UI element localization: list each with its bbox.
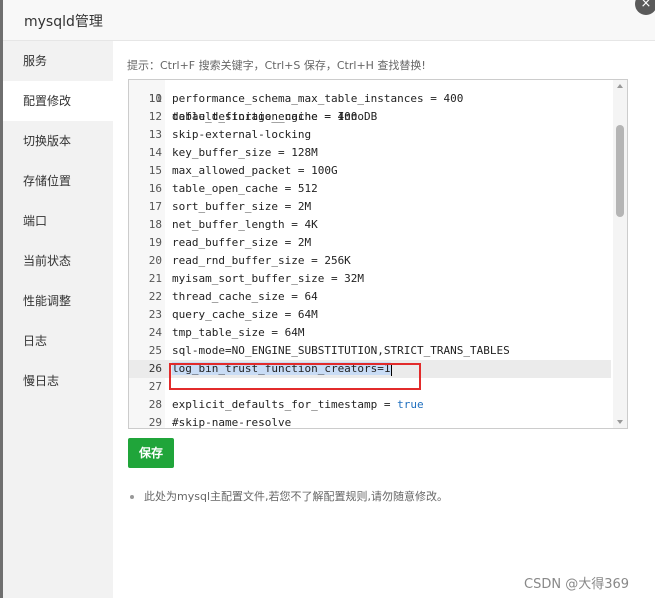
dialog-titlebar: mysqld管理 [3,0,655,41]
bullet-icon [130,495,134,499]
code-line: 29 #skip-name-resolve [129,414,611,429]
line-text-before: explicit_defaults_for_timestamp = [172,398,398,411]
watermark: CSDN @大得369 [524,577,630,592]
line-number: 21 [148,272,162,285]
code-line: 16 table_open_cache = 512 [129,180,611,198]
line-number: 22 [148,290,162,303]
line-number: 24 [148,326,162,339]
dialog-title: mysqld管理 [24,14,103,30]
save-button[interactable]: 保存 [128,438,174,468]
line-number: 17 [148,200,162,213]
line-text: sql-mode=NO_ENGINE_SUBSTITUTION,STRICT_T… [172,344,510,357]
config-editor[interactable]: 10 default_storage_engine = InnoDB 11 per… [128,79,628,429]
sidebar-item-port[interactable]: 端口 [3,201,113,241]
line-number: 20 [148,254,162,267]
line-text: key_buffer_size = 128M [172,146,318,159]
line-text: explicit_defaults_for_timestamp = true [172,396,424,414]
code-line: 15 max_allowed_packet = 100G [129,162,611,180]
code-line: 13 skip-external-locking [129,126,611,144]
editor-scrollbar[interactable] [613,80,627,428]
sidebar: 服务 配置修改 切换版本 存储位置 端口 当前状态 性能调整 日志 慢日志 [3,41,113,598]
line-text: table_definition_cache = 400 [172,110,358,123]
code-line: 19 read_buffer_size = 2M [129,234,611,252]
line-number: 11 [148,92,162,105]
line-number: 28 [148,398,162,411]
line-text: tmp_table_size = 64M [172,326,305,339]
code-line: 22 thread_cache_size = 64 [129,288,611,306]
line-number: 27 [148,380,162,393]
sidebar-item-switch-version[interactable]: 切换版本 [3,121,113,161]
code-line: 17 sort_buffer_size = 2M [129,198,611,216]
code-line: 20 read_rnd_buffer_size = 256K [129,252,611,270]
line-text: read_buffer_size = 2M [172,236,312,249]
line-text: max_allowed_packet = 100G [172,164,338,177]
line-text: table_open_cache = 512 [172,182,318,195]
line-number: 26 [148,362,162,375]
sidebar-item-performance-tuning[interactable]: 性能调整 [3,281,113,321]
code-line: 14 key_buffer_size = 128M [129,144,611,162]
line-text: query_cache_size = 64M [172,308,318,321]
line-number: 23 [148,308,162,321]
sidebar-item-current-status[interactable]: 当前状态 [3,241,113,281]
line-number: 19 [148,236,162,249]
code-line: 24 tmp_table_size = 64M [129,324,611,342]
shortcut-hint: 提示：Ctrl+F 搜索关键字，Ctrl+S 保存，Ctrl+H 查找替换! [127,59,426,72]
line-number: 29 [148,416,162,429]
keyword-true: true [397,398,424,411]
sidebar-item-service[interactable]: 服务 [3,41,113,81]
line-number: 16 [148,182,162,195]
code-line: 21 myisam_sort_buffer_size = 32M [129,270,611,288]
line-text: read_rnd_buffer_size = 256K [172,254,351,267]
line-number: 14 [148,146,162,159]
scroll-down-arrow-icon[interactable] [617,420,623,424]
line-text: net_buffer_length = 4K [172,218,318,231]
note-text: 此处为mysql主配置文件,若您不了解配置规则,请勿随意修改。 [144,490,448,503]
scrollbar-thumb[interactable] [616,125,624,217]
line-number: 25 [148,344,162,357]
mysqld-manager-dialog: mysqld管理 服务 配置修改 切换版本 存储位置 端口 当前状态 性能调整 … [3,0,655,598]
sidebar-item-slow-log[interactable]: 慢日志 [3,361,113,401]
line-text: skip-external-locking [172,128,312,141]
line-text: performance_schema_max_table_instances =… [172,92,464,105]
line-text: sort_buffer_size = 2M [172,200,312,213]
main-panel: 提示：Ctrl+F 搜索关键字，Ctrl+S 保存，Ctrl+H 查找替换! 1… [113,41,655,598]
line-number: 13 [148,128,162,141]
scroll-up-arrow-icon[interactable] [617,84,623,88]
line-number: 18 [148,218,162,231]
line-text: thread_cache_size = 64 [172,290,318,303]
code-line: 11 performance_schema_max_table_instances… [129,90,611,108]
sidebar-item-log[interactable]: 日志 [3,321,113,361]
config-warning-note: 此处为mysql主配置文件,若您不了解配置规则,请勿随意修改。 [130,488,448,504]
code-line: 23 query_cache_size = 64M [129,306,611,324]
sidebar-item-config-edit[interactable]: 配置修改 [3,81,113,121]
sidebar-item-storage-location[interactable]: 存储位置 [3,161,113,201]
code-line: 28 explicit_defaults_for_timestamp = true [129,396,611,414]
line-number: 15 [148,164,162,177]
code-line: 25 sql-mode=NO_ENGINE_SUBSTITUTION,STRICT… [129,342,611,360]
line-text: myisam_sort_buffer_size = 32M [172,272,365,285]
highlight-annotation-box [169,363,421,390]
line-number: 12 [148,110,162,123]
code-line: 18 net_buffer_length = 4K [129,216,611,234]
code-line-partial: 10 default_storage_engine = InnoDB [129,80,611,123]
code-line: 12 table_definition_cache = 400 [129,108,611,126]
line-text: #skip-name-resolve [172,416,292,429]
